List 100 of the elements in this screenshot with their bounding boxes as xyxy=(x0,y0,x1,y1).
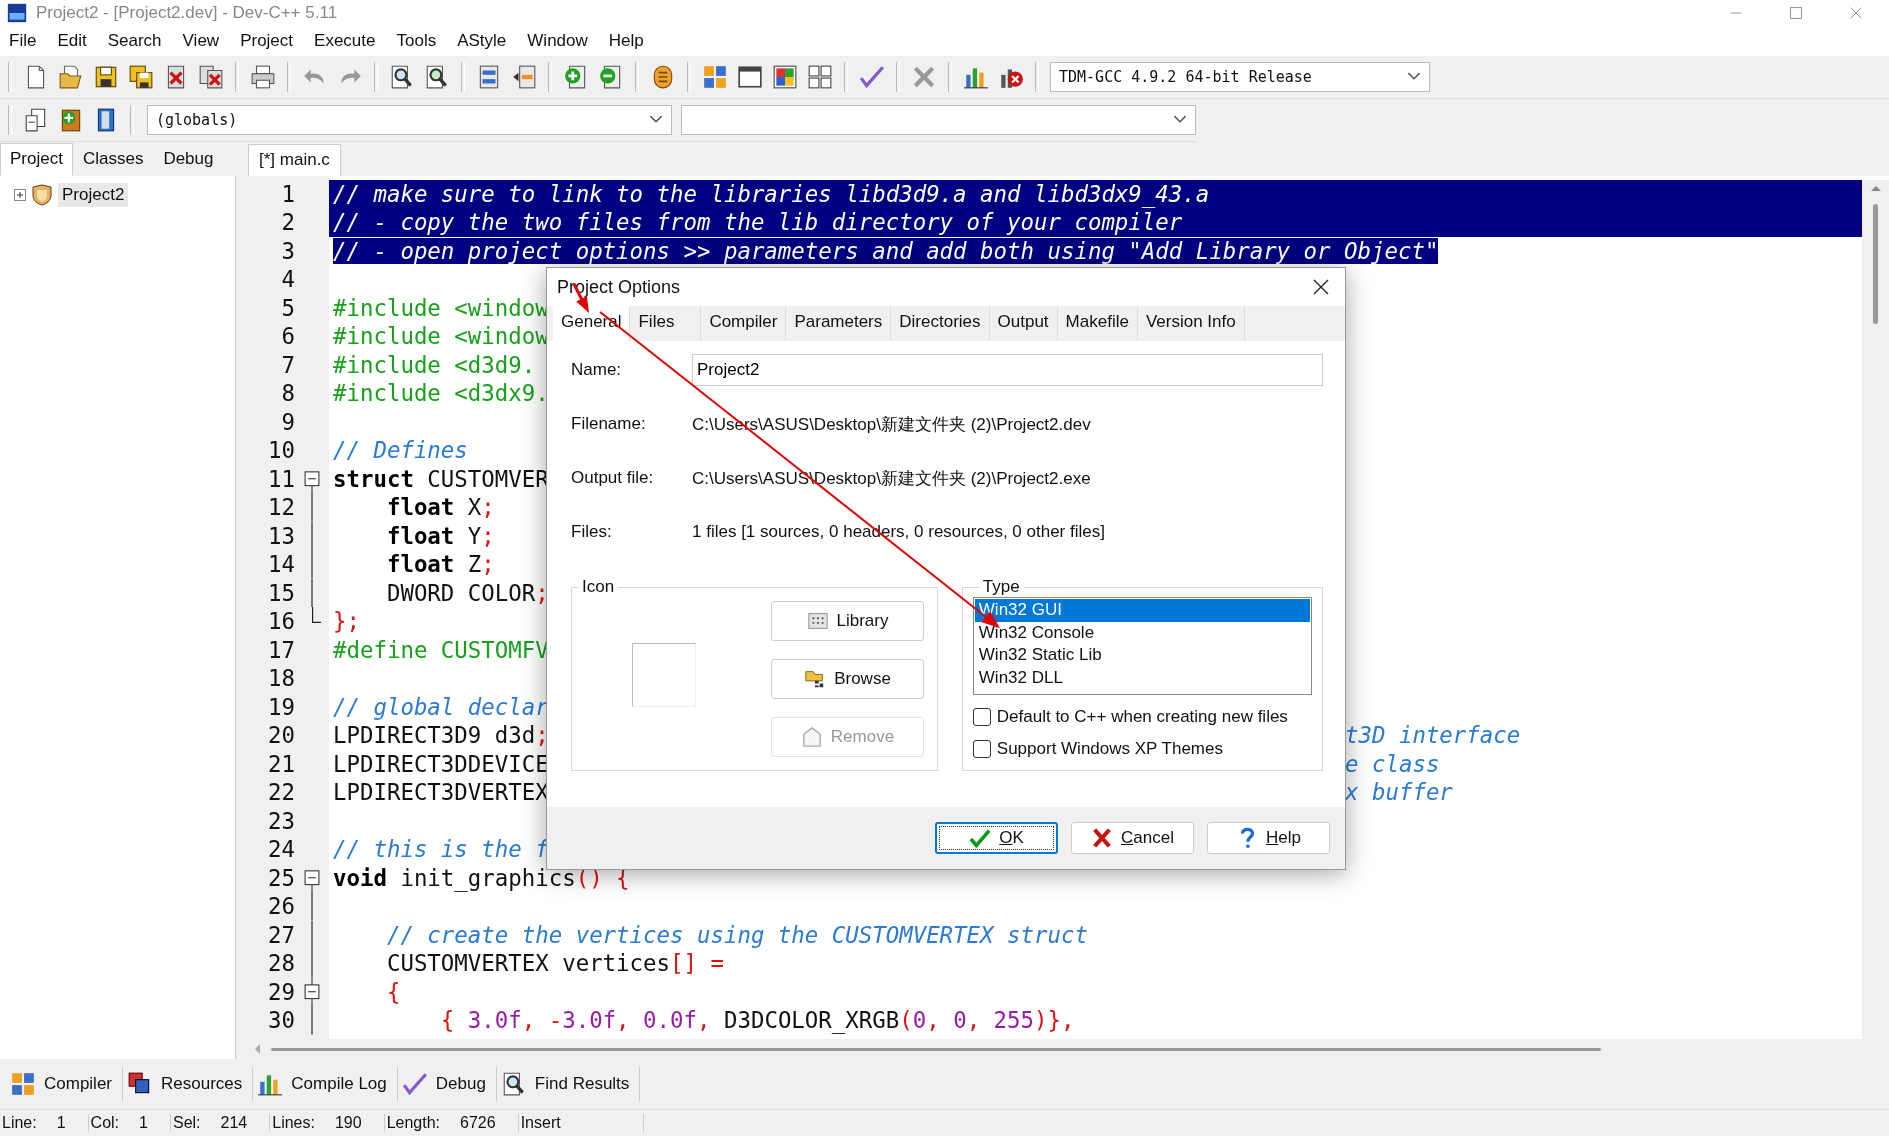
colored-window-icon[interactable] xyxy=(772,63,798,90)
bottom-tab[interactable]: Resources xyxy=(123,1067,254,1102)
vertical-scrollbar[interactable] xyxy=(1862,179,1889,1040)
menu-item[interactable]: Window xyxy=(527,30,588,51)
bottom-tab[interactable]: Debug xyxy=(397,1067,497,1102)
line-number: 16 xyxy=(267,607,295,636)
code-line: { xyxy=(385,978,401,1005)
fold-end-line xyxy=(311,607,321,624)
bottom-tab[interactable]: Compile Log xyxy=(253,1067,398,1102)
menu-item[interactable]: Search xyxy=(107,30,162,51)
fold-line xyxy=(311,1006,313,1035)
panel-tab[interactable]: Project xyxy=(0,142,73,176)
window-icon[interactable] xyxy=(737,63,763,90)
code-line: float X; xyxy=(385,494,495,521)
list-item[interactable]: Win32 Static Lib xyxy=(974,644,1310,667)
menu-item[interactable]: Edit xyxy=(57,30,87,51)
line-number: 28 xyxy=(267,949,295,978)
icon-button[interactable]: Library xyxy=(771,601,924,641)
compiler-dropdown[interactable]: TDM-GCC 4.9.2 64-bit Release xyxy=(1050,61,1430,92)
line-number: 4 xyxy=(280,265,295,294)
maximize-icon[interactable] xyxy=(1787,4,1805,22)
code-line: // Defines xyxy=(333,437,468,464)
panel-tab[interactable]: Classes xyxy=(72,142,154,176)
check-icon[interactable] xyxy=(859,63,885,90)
dialog-button[interactable]: Cancel xyxy=(1071,822,1194,854)
checkbox-label[interactable]: Support Windows XP Themes xyxy=(996,739,1223,759)
menu-item[interactable]: File xyxy=(9,30,37,51)
status-value: 214 xyxy=(220,1114,248,1132)
scrollbar-thumb[interactable] xyxy=(271,1047,1601,1051)
split-panel-icon[interactable] xyxy=(511,63,537,90)
folder-page-icon[interactable] xyxy=(58,63,84,90)
dialog-tab[interactable]: Directories xyxy=(891,306,990,341)
magnifier-icon[interactable] xyxy=(389,63,415,90)
line-number: 13 xyxy=(267,521,295,551)
menu-item[interactable]: Project xyxy=(240,30,294,51)
printer-icon[interactable] xyxy=(250,63,276,90)
status-value: 6726 xyxy=(460,1114,496,1132)
line-number: 17 xyxy=(267,635,295,665)
caret-icon xyxy=(1407,72,1421,82)
file-tab[interactable]: [*] main.c xyxy=(248,143,341,176)
menu-item[interactable]: Execute xyxy=(314,30,376,51)
tree-item[interactable]: Project2 xyxy=(58,182,129,207)
scrollbar-thumb[interactable] xyxy=(1873,203,1878,324)
line-number: 5 xyxy=(280,293,295,323)
dialog-tab[interactable]: Output xyxy=(989,306,1058,341)
grid-dots-icon xyxy=(806,610,829,632)
code-line: e class xyxy=(1345,749,1440,779)
line-number: 27 xyxy=(267,920,295,950)
line-number: 8 xyxy=(280,379,295,408)
list-item[interactable]: Win32 Console xyxy=(974,621,1310,644)
fold-minus-icon[interactable] xyxy=(304,977,320,1007)
up-arrow-icon[interactable] xyxy=(1869,183,1882,192)
line-number: 22 xyxy=(267,778,295,807)
line-number: 6 xyxy=(280,322,295,351)
caret-icon xyxy=(648,115,663,125)
list-item[interactable]: Win32 DLL xyxy=(974,666,1310,689)
bottom-tab[interactable]: Compiler xyxy=(6,1067,124,1102)
floppies-icon[interactable] xyxy=(128,63,154,90)
dialog-tab[interactable]: Makefile xyxy=(1057,306,1138,341)
menu-item[interactable]: Help xyxy=(608,30,644,51)
code-line: #define CUSTOMFV xyxy=(333,636,549,663)
grid-icon[interactable] xyxy=(807,63,833,90)
line-number: 11 xyxy=(267,464,295,494)
code-line: float Y; xyxy=(385,522,495,549)
dialog-tab[interactable]: Compiler xyxy=(701,306,787,341)
status-value: 190 xyxy=(334,1114,362,1132)
list-item[interactable]: Win32 GUI xyxy=(974,599,1310,622)
code-line: DWORD COLOR; xyxy=(385,579,549,606)
expand-icon[interactable] xyxy=(14,188,26,201)
icon-button[interactable]: Browse xyxy=(771,659,924,699)
dialog-button[interactable]: OK xyxy=(935,822,1058,854)
dialog-button[interactable]: Help xyxy=(1207,822,1330,854)
pages-cross-icon[interactable] xyxy=(198,63,224,90)
checkbox-label[interactable]: Default to C++ when creating new files xyxy=(996,707,1288,727)
code-line: struct CUSTOMVER xyxy=(333,465,549,492)
panel-tab[interactable]: Debug xyxy=(153,142,224,176)
line-number: 25 xyxy=(267,863,295,893)
colored-grid-icon[interactable] xyxy=(702,63,728,90)
line-number: 14 xyxy=(267,550,295,579)
dialog-tab[interactable]: Parameters xyxy=(786,306,892,341)
dialog-tab[interactable]: Files xyxy=(630,306,702,341)
colored-grid-icon xyxy=(10,1071,36,1098)
menu-item[interactable]: AStyle xyxy=(457,30,507,51)
line-number: 29 xyxy=(267,977,295,1007)
line-number: 12 xyxy=(267,493,295,522)
menu-item[interactable]: View xyxy=(182,30,220,51)
menu-item[interactable]: Tools xyxy=(396,30,437,51)
checkbox[interactable] xyxy=(972,740,991,758)
line-number: 1 xyxy=(280,179,295,209)
bottom-tab[interactable]: Find Results xyxy=(496,1067,641,1102)
name-field[interactable]: Project2 xyxy=(692,354,1323,386)
dialog-title: Project Options xyxy=(557,276,682,298)
line-number: 15 xyxy=(267,578,295,608)
code-line: LPDIRECT3D9 d3d; xyxy=(333,722,549,749)
magnifier-page-icon[interactable] xyxy=(424,63,450,90)
scope-dropdown[interactable]: (globals) xyxy=(146,104,672,135)
checkbox[interactable] xyxy=(972,708,991,726)
dialog-tab[interactable]: Version Info xyxy=(1137,306,1245,341)
code-line: }; xyxy=(333,608,360,635)
close-icon[interactable] xyxy=(1311,277,1331,297)
